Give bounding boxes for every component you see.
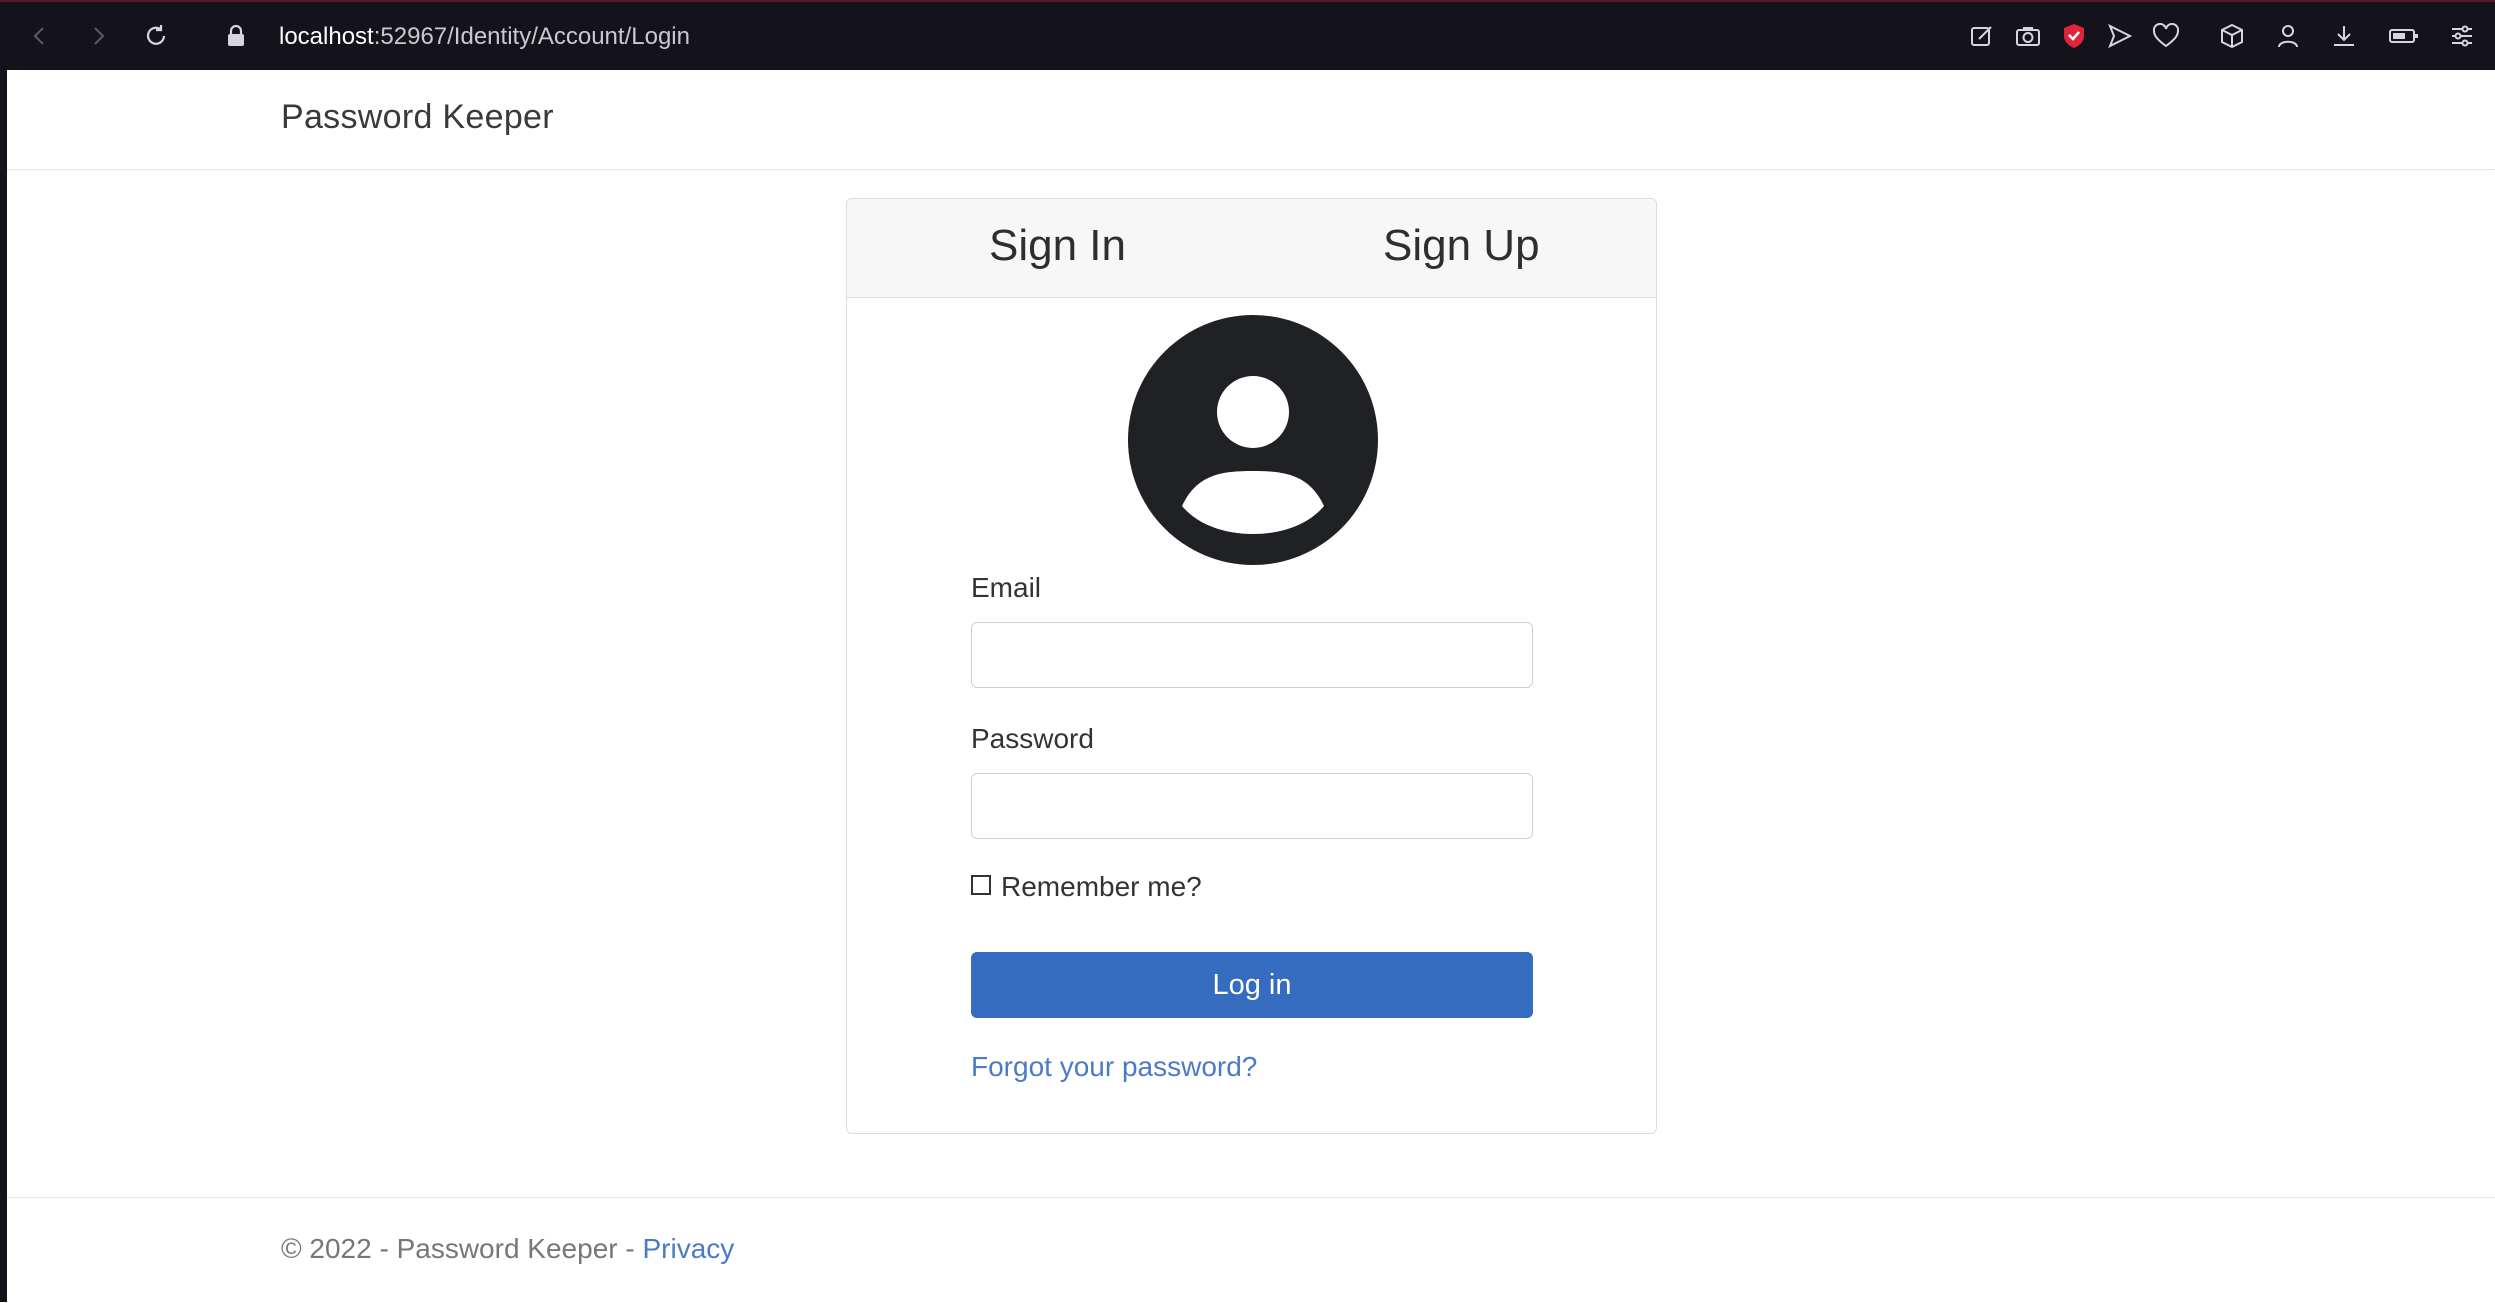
window-left-border <box>0 0 7 1302</box>
send-icon[interactable] <box>2102 18 2138 54</box>
login-button[interactable]: Log in <box>971 952 1533 1018</box>
menu-icon[interactable] <box>2444 18 2480 54</box>
email-field[interactable] <box>971 622 1533 688</box>
site-navbar: Password Keeper <box>7 70 2495 170</box>
shield-icon[interactable] <box>2056 18 2092 54</box>
cube-icon[interactable] <box>2214 18 2250 54</box>
profile-icon[interactable] <box>2270 18 2306 54</box>
url-host: localhost <box>279 23 374 50</box>
footer-text: © 2022 - Password Keeper - Privacy <box>281 1233 734 1265</box>
remember-me-checkbox[interactable] <box>971 875 991 895</box>
user-avatar-icon <box>1127 314 1379 566</box>
url-path: :52967/Identity/Account/Login <box>373 23 690 50</box>
password-label: Password <box>971 723 1094 754</box>
forward-icon[interactable] <box>80 18 116 54</box>
browser-toolbar: localhost:52967/Identity/Account/Login <box>0 0 2495 70</box>
brand-link[interactable]: Password Keeper <box>281 98 554 137</box>
back-icon[interactable] <box>22 18 58 54</box>
tab-sign-up[interactable]: Sign Up <box>1383 221 1540 271</box>
card-tabs: Sign In Sign Up <box>847 199 1656 298</box>
copyright-text: © 2022 - Password Keeper - <box>281 1233 643 1264</box>
forgot-password-link[interactable]: Forgot your password? <box>971 1051 1257 1083</box>
battery-icon[interactable] <box>2386 18 2422 54</box>
download-icon[interactable] <box>2326 18 2362 54</box>
remember-me-label[interactable]: Remember me? <box>1001 871 1202 903</box>
tab-sign-in[interactable]: Sign In <box>989 221 1126 271</box>
edit-icon[interactable] <box>1964 18 2000 54</box>
email-label: Email <box>971 572 1042 603</box>
camera-icon[interactable] <box>2010 18 2046 54</box>
address-bar[interactable]: localhost:52967/Identity/Account/Login <box>279 20 690 54</box>
reload-icon[interactable] <box>138 18 174 54</box>
heart-icon[interactable] <box>2148 18 2184 54</box>
site-footer: © 2022 - Password Keeper - Privacy <box>7 1197 2495 1303</box>
privacy-link[interactable]: Privacy <box>642 1233 734 1264</box>
lock-icon <box>218 18 254 54</box>
login-card: Sign In Sign Up Email Password Remember … <box>846 198 1657 1134</box>
password-field[interactable] <box>971 773 1533 839</box>
